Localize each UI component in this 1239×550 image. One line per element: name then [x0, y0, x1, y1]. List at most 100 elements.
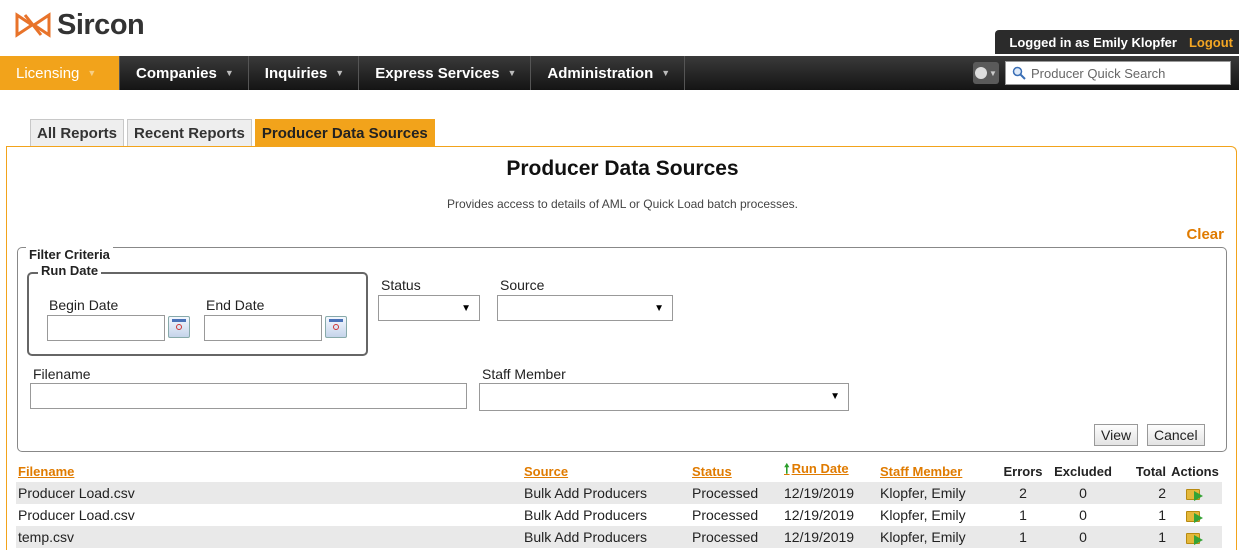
- begin-date-label: Begin Date: [49, 297, 119, 313]
- cell-actions: [1168, 482, 1222, 504]
- main-nav: Licensing ▼ Companies ▼ Inquiries ▼ Express…: [0, 56, 1239, 90]
- cell-staff-member: Klopfer, Emily: [880, 485, 966, 501]
- column-header-actions: Actions: [1171, 463, 1219, 479]
- run-date-box: [27, 272, 368, 356]
- tab-recent-reports[interactable]: Recent Reports: [127, 119, 252, 146]
- calendar-icon[interactable]: [325, 316, 347, 338]
- brand-name: Sircon: [57, 8, 145, 41]
- tab-producer-data-sources[interactable]: Producer Data Sources: [254, 119, 435, 146]
- cell-status: Processed: [692, 507, 759, 523]
- filename-label: Filename: [33, 366, 91, 382]
- nav-item-licensing[interactable]: Licensing ▼: [0, 56, 120, 90]
- sircon-logo-icon: [15, 12, 51, 38]
- staff-member-label: Staff Member: [482, 366, 566, 382]
- quick-search-placeholder: Producer Quick Search: [1031, 65, 1166, 81]
- cell-errors: 1: [1019, 529, 1027, 545]
- run-date-legend: Run Date: [38, 263, 102, 278]
- cancel-button[interactable]: Cancel: [1147, 424, 1205, 446]
- table-row: temp.csv Bulk Add Producers Processed 12…: [16, 526, 1222, 548]
- column-header-staff-member[interactable]: Staff Member: [878, 460, 996, 482]
- chevron-down-icon: ▼: [830, 391, 840, 402]
- table-header-row: Filename Source Status 🠕 Run Date Staff M…: [16, 460, 1222, 482]
- cell-status: Processed: [692, 485, 759, 501]
- cell-excluded: 0: [1079, 485, 1087, 501]
- end-date-input[interactable]: [204, 315, 322, 341]
- history-button[interactable]: ▼: [973, 62, 999, 84]
- column-header-total: Total: [1135, 463, 1166, 479]
- chevron-down-icon: ▼: [87, 68, 97, 78]
- open-folder-icon[interactable]: [1186, 487, 1204, 502]
- cell-errors: 2: [1019, 485, 1027, 501]
- cell-filename: Producer Load.csv: [18, 507, 135, 523]
- logout-link[interactable]: Logout: [1189, 35, 1233, 50]
- cell-source: Bulk Add Producers: [524, 507, 647, 523]
- chevron-down-icon: ▼: [461, 303, 471, 314]
- clear-link[interactable]: Clear: [1186, 226, 1224, 243]
- cell-source: Bulk Add Producers: [524, 485, 647, 501]
- cell-total: 2: [1158, 485, 1166, 501]
- cell-errors: 1: [1019, 507, 1027, 523]
- view-button[interactable]: View: [1094, 424, 1139, 446]
- page-description: Provides access to details of AML or Qui…: [446, 197, 799, 211]
- column-header-run-date[interactable]: 🠕 Run Date: [782, 460, 878, 482]
- cell-filename: Producer Load.csv: [18, 485, 135, 501]
- nav-item-label: Express Services: [375, 64, 500, 82]
- status-select[interactable]: ▼: [378, 295, 480, 321]
- filename-input[interactable]: [30, 383, 467, 409]
- chevron-down-icon: ▼: [224, 68, 234, 78]
- nav-item-companies[interactable]: Companies ▼: [120, 56, 249, 90]
- producer-quick-search-input[interactable]: Producer Quick Search: [1005, 61, 1231, 85]
- cell-status: Processed: [692, 529, 759, 545]
- open-folder-icon[interactable]: [1186, 509, 1204, 524]
- cell-run-date: 12/19/2019: [784, 529, 855, 545]
- search-icon: [1012, 66, 1026, 80]
- nav-item-inquiries[interactable]: Inquiries ▼: [249, 56, 360, 90]
- nav-item-label: Licensing: [16, 64, 80, 82]
- logged-in-text: Logged in as Emily Klopfer: [1009, 34, 1177, 50]
- column-header-excluded: Excluded: [1054, 463, 1112, 479]
- cell-excluded: 0: [1079, 507, 1087, 523]
- cell-staff-member: Klopfer, Emily: [880, 529, 966, 545]
- cell-actions: [1168, 504, 1222, 526]
- cell-actions: [1168, 526, 1222, 548]
- nav-item-label: Administration: [547, 64, 654, 82]
- cell-source: Bulk Add Producers: [524, 529, 647, 545]
- results-table: Filename Source Status 🠕 Run Date Staff M…: [16, 460, 1222, 548]
- calendar-icon[interactable]: [168, 316, 190, 338]
- end-date-label: End Date: [206, 297, 265, 313]
- chevron-down-icon: ▼: [989, 68, 997, 78]
- filter-criteria-legend: Filter Criteria: [26, 247, 113, 262]
- cell-total: 1: [1158, 507, 1166, 523]
- column-header-errors: Errors: [1003, 463, 1043, 479]
- results-table-wrapper: Filename Source Status 🠕 Run Date Staff M…: [16, 460, 1222, 548]
- column-header-filename[interactable]: Filename: [16, 460, 522, 482]
- sircon-logo[interactable]: Sircon: [15, 8, 145, 42]
- staff-member-select[interactable]: ▼: [479, 383, 849, 411]
- cell-total: 1: [1158, 529, 1166, 545]
- nav-item-label: Companies: [136, 64, 217, 82]
- chevron-down-icon: ▼: [654, 303, 664, 314]
- table-row: Producer Load.csv Bulk Add Producers Pro…: [16, 482, 1222, 504]
- nav-item-express-services[interactable]: Express Services ▼: [359, 56, 532, 90]
- sort-ascending-icon: 🠕: [784, 461, 790, 476]
- cell-staff-member: Klopfer, Emily: [880, 507, 966, 523]
- cell-filename: temp.csv: [18, 529, 75, 545]
- column-header-status[interactable]: Status: [690, 460, 782, 482]
- chevron-down-icon: ▼: [661, 68, 671, 78]
- begin-date-input[interactable]: [47, 315, 165, 341]
- source-label: Source: [500, 277, 545, 293]
- report-tabs: All Reports Recent Reports Producer Data…: [30, 119, 438, 146]
- table-row: Producer Load.csv Bulk Add Producers Pro…: [16, 504, 1222, 526]
- column-header-source[interactable]: Source: [522, 460, 690, 482]
- source-select[interactable]: ▼: [497, 295, 673, 321]
- user-bar: Logged in as Emily Klopfer Logout: [995, 30, 1239, 54]
- nav-item-label: Inquiries: [264, 64, 328, 82]
- nav-right-tools: ▼ Producer Quick Search: [973, 61, 1231, 85]
- open-folder-icon[interactable]: [1186, 531, 1204, 546]
- page-title: Producer Data Sources: [506, 157, 739, 180]
- tab-all-reports[interactable]: All Reports: [30, 119, 125, 146]
- nav-item-administration[interactable]: Administration ▼: [531, 56, 686, 90]
- clock-icon: [975, 67, 988, 79]
- cell-run-date: 12/19/2019: [784, 485, 855, 501]
- cell-excluded: 0: [1079, 529, 1087, 545]
